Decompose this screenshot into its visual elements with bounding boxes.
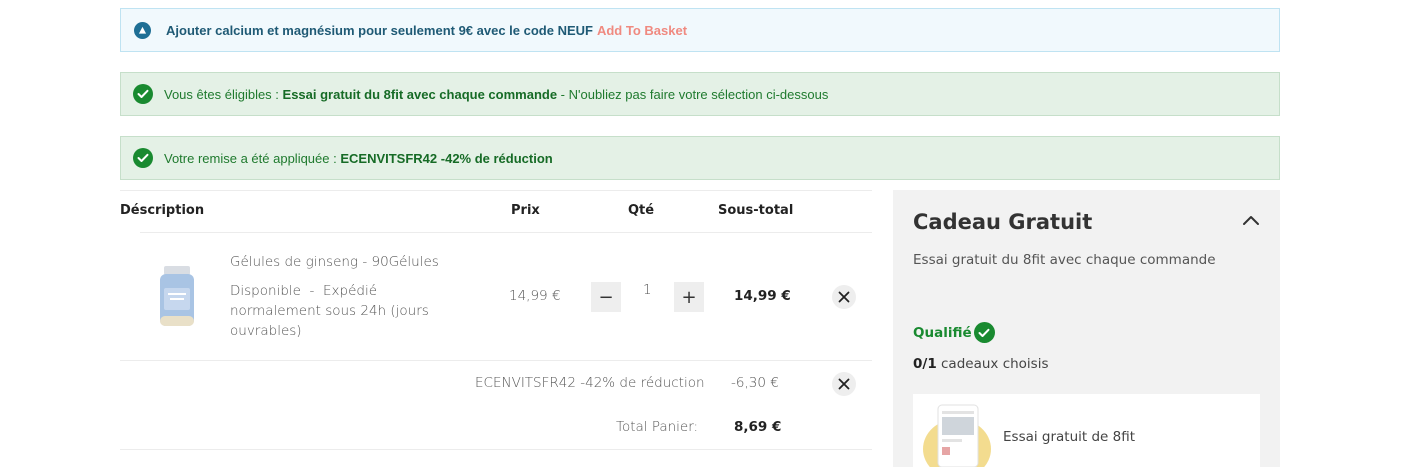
promo-banner: Ajouter calcium et magnésium pour seulem… bbox=[120, 8, 1280, 52]
eligibility-prefix: Vous êtes éligibles : bbox=[164, 86, 283, 102]
total-label: Total Panier: bbox=[616, 419, 699, 435]
eligibility-banner: Vous êtes éligibles : Essai gratuit du 8… bbox=[120, 72, 1280, 116]
increase-qty-button[interactable]: + bbox=[674, 282, 704, 312]
availability-line3: ouvrables) bbox=[230, 323, 302, 339]
header-price: Prix bbox=[511, 203, 540, 218]
item-subtotal: 14,99 € bbox=[734, 288, 791, 304]
product-image[interactable] bbox=[158, 266, 196, 328]
gift-count-value: 0/1 bbox=[913, 356, 937, 372]
qualified-status: Qualifié bbox=[913, 322, 995, 343]
total-value: 8,69 € bbox=[734, 419, 782, 435]
discount-row-value: -6,30 € bbox=[731, 375, 779, 391]
discount-prefix: Votre remise a été appliquée : bbox=[164, 150, 341, 166]
cart-table: Déscription Prix Qté Sous-total Gélules … bbox=[120, 190, 872, 467]
qualified-label: Qualifié bbox=[913, 324, 972, 341]
header-qty: Qté bbox=[628, 203, 655, 218]
check-circle-icon bbox=[973, 322, 995, 343]
free-gift-panel: Cadeau Gratuit Essai gratuit du 8fit ave… bbox=[893, 190, 1280, 467]
availability-line1: Disponible - Expédié bbox=[230, 283, 377, 299]
eligibility-offer: Essai gratuit du 8fit avec chaque comman… bbox=[282, 86, 558, 102]
plus-icon: + bbox=[681, 286, 697, 308]
gift-option-label: Essai gratuit de 8fit bbox=[1003, 429, 1136, 445]
decrease-qty-button[interactable]: − bbox=[591, 282, 621, 312]
header-subtotal: Sous-total bbox=[718, 203, 794, 218]
item-price: 14,99 € bbox=[509, 288, 561, 304]
gift-panel-title: Cadeau Gratuit bbox=[913, 210, 1093, 234]
divider bbox=[120, 360, 872, 361]
discount-code: ECENVITSFR42 -42% de réduction bbox=[340, 150, 553, 166]
chevron-up-icon[interactable] bbox=[1242, 212, 1260, 226]
discount-banner: Votre remise a été appliquée : ECENVITSF… bbox=[120, 136, 1280, 180]
header-description: Déscription bbox=[120, 203, 205, 218]
divider bbox=[140, 232, 872, 233]
gift-count-text: cadeaux choisis bbox=[936, 356, 1049, 372]
eligibility-suffix: - N'oubliez pas faire votre sélection ci… bbox=[557, 86, 829, 102]
divider bbox=[120, 449, 872, 450]
close-icon bbox=[838, 291, 850, 303]
gift-thumbnail bbox=[923, 404, 991, 467]
add-to-basket-link[interactable]: Add To Basket bbox=[597, 23, 687, 38]
qty-value[interactable]: 1 bbox=[643, 282, 652, 298]
gifts-chosen-count: 0/1 cadeaux choisis bbox=[913, 356, 1049, 372]
gift-option-card[interactable]: Essai gratuit de 8fit bbox=[913, 394, 1260, 467]
promo-text: Ajouter calcium et magnésium pour seulem… bbox=[166, 22, 593, 38]
remove-discount-button[interactable] bbox=[832, 372, 856, 396]
info-icon bbox=[134, 21, 151, 39]
check-circle-icon bbox=[133, 148, 153, 168]
discount-row-label: ECENVITSFR42 -42% de réduction bbox=[475, 375, 705, 391]
remove-item-button[interactable] bbox=[832, 285, 856, 309]
availability-line2: normalement sous 24h (jours bbox=[230, 303, 429, 319]
minus-icon: − bbox=[598, 286, 614, 308]
close-icon bbox=[838, 378, 850, 390]
product-name[interactable]: Gélules de ginseng - 90Gélules bbox=[230, 254, 439, 270]
check-circle-icon bbox=[133, 84, 153, 104]
gift-panel-description: Essai gratuit du 8fit avec chaque comman… bbox=[913, 252, 1216, 268]
